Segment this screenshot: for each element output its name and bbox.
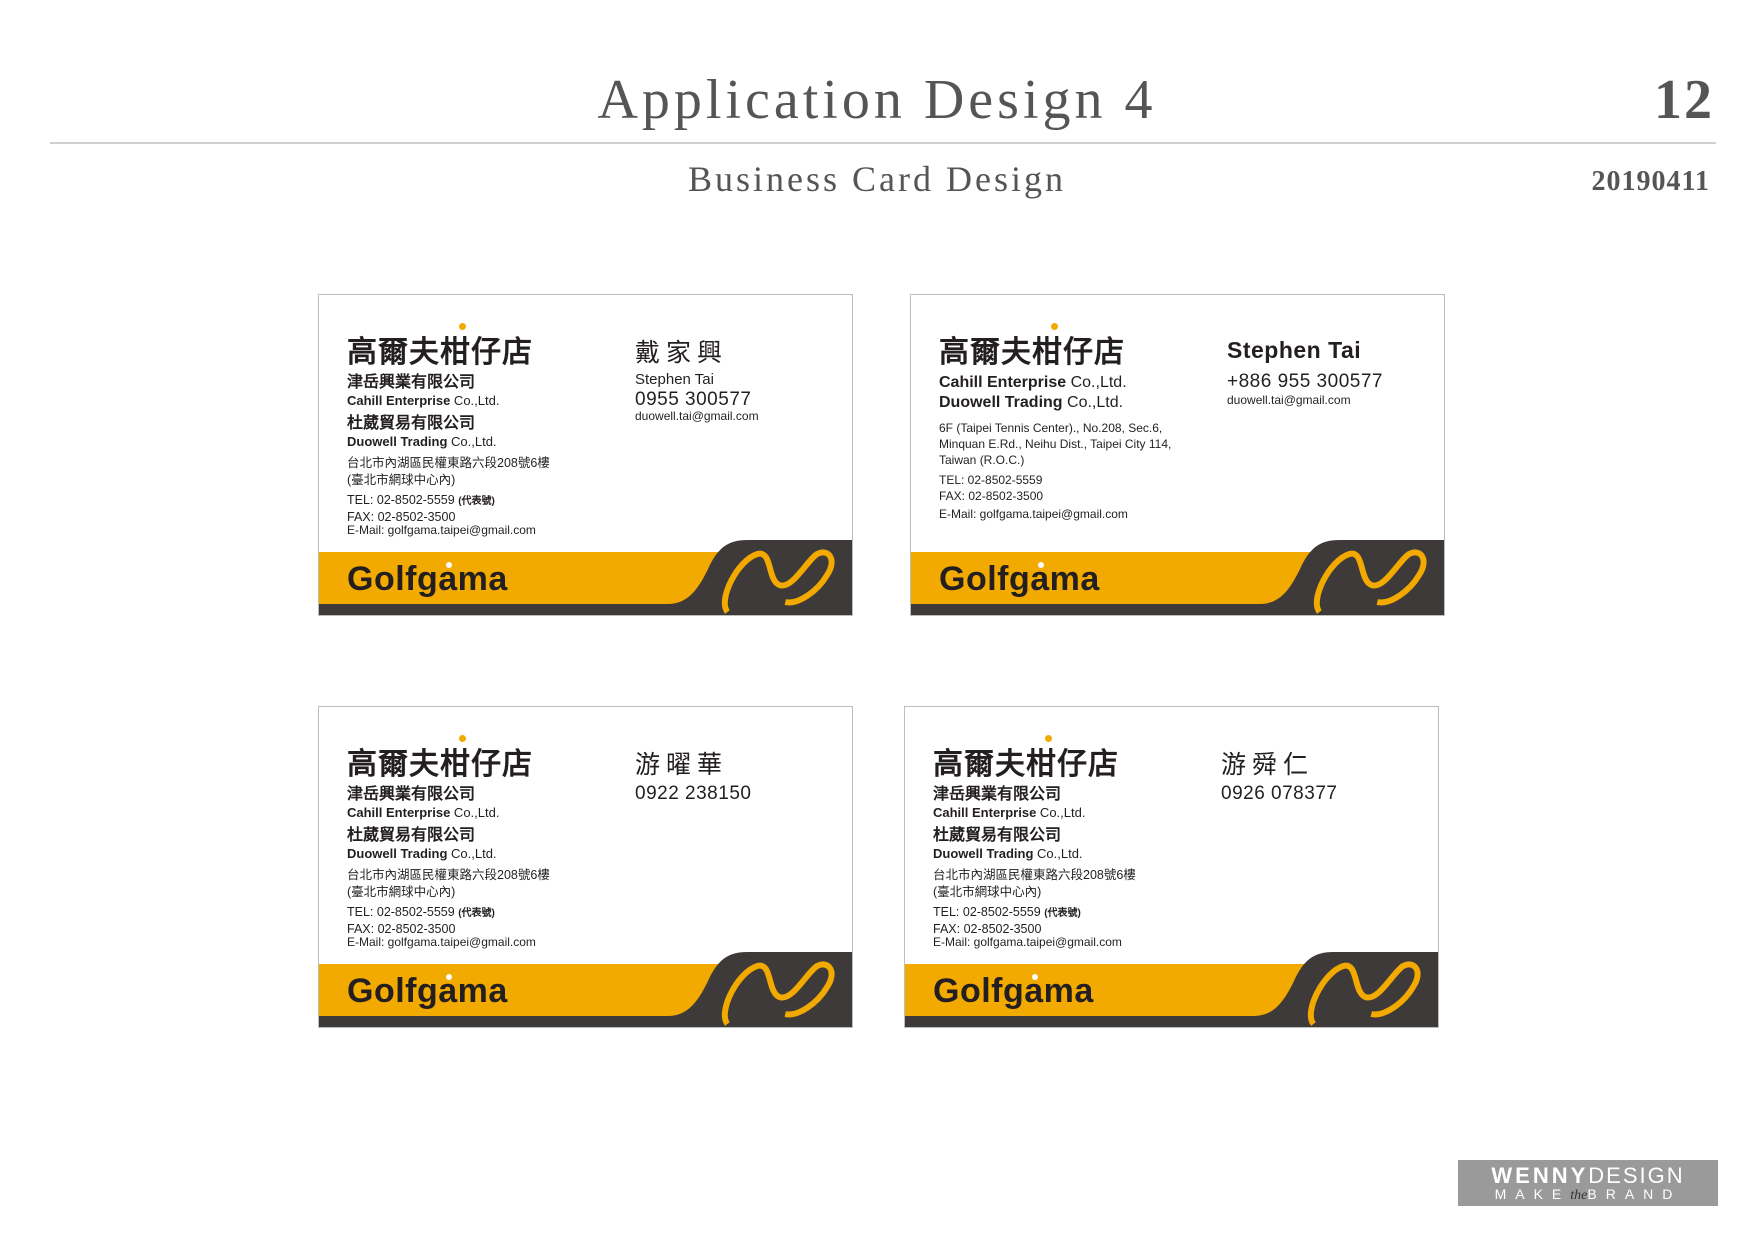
header-divider bbox=[50, 142, 1716, 144]
person-name: Stephen Tai bbox=[1227, 337, 1362, 363]
logo-dot bbox=[1038, 562, 1044, 568]
brand-logo: Golfgama bbox=[347, 972, 508, 1010]
accent-dot bbox=[459, 735, 466, 742]
page-number: 12 bbox=[1654, 69, 1714, 131]
email-line: E-Mail: golfgama.taipei@gmail.com bbox=[347, 523, 536, 537]
business-card-1: 高爾夫柑仔店 津岳興業有限公司 Cahill Enterprise Co.,Lt… bbox=[318, 294, 853, 616]
tel-line: TEL: 02-8502-5559 (代表號) bbox=[347, 904, 495, 919]
accent-dot bbox=[1045, 735, 1052, 742]
page-title: Application Design 4 bbox=[597, 69, 1157, 131]
page-subtitle: Business Card Design bbox=[688, 159, 1066, 199]
company1-en: Cahill Enterprise Co.,Ltd. bbox=[933, 805, 1086, 820]
logo-dot bbox=[1032, 974, 1038, 980]
fax-line: FAX: 02-8502-3500 bbox=[939, 488, 1044, 503]
email-line: E-Mail: golfgama.taipei@gmail.com bbox=[347, 935, 536, 949]
contact-block: 台北市內湖區民權東路六段208號6樓 (臺北市網球中心內) TEL: 02-85… bbox=[347, 867, 550, 938]
address-line: 6F (Taipei Tennis Center)., No.208, Sec.… bbox=[939, 421, 1163, 435]
tel-line: TEL: 02-8502-5559 bbox=[939, 472, 1043, 487]
email-line: E-Mail: golfgama.taipei@gmail.com bbox=[939, 507, 1128, 521]
tel-line: TEL: 02-8502-5559 (代表號) bbox=[933, 904, 1081, 919]
company2-zh: 杜葳貿易有限公司 bbox=[347, 827, 476, 845]
person-name: 戴家興 bbox=[635, 339, 729, 367]
business-card-4: 高爾夫柑仔店 津岳興業有限公司 Cahill Enterprise Co.,Lt… bbox=[904, 706, 1439, 1028]
person-name: 游曜華 bbox=[635, 751, 729, 779]
company-block: Cahill Enterprise Co.,Ltd. Duowell Tradi… bbox=[939, 373, 1127, 413]
brand-logo: Golfgama bbox=[933, 972, 1094, 1010]
address-line: (臺北市網球中心內) bbox=[347, 884, 456, 899]
company2-en: Duowell Trading Co.,Ltd. bbox=[347, 434, 497, 450]
address-line: Minquan E.Rd., Neihu Dist., Taipei City … bbox=[939, 437, 1172, 452]
business-card-3: 高爾夫柑仔店 津岳興業有限公司 Cahill Enterprise Co.,Lt… bbox=[318, 706, 853, 1028]
brand-logo: Golfgama bbox=[939, 560, 1100, 598]
person-phone: +886 955 300577 bbox=[1227, 371, 1383, 392]
logo-dot bbox=[446, 562, 452, 568]
business-card-2: 高爾夫柑仔店 Cahill Enterprise Co.,Ltd. Duowel… bbox=[910, 294, 1445, 616]
designer-logo: WENNYDESIGN MAKEtheBRAND bbox=[1458, 1160, 1718, 1206]
accent-dot bbox=[1051, 323, 1058, 330]
address-line: (臺北市網球中心內) bbox=[933, 884, 1042, 899]
company-block: 津岳興業有限公司 Cahill Enterprise Co.,Ltd. 杜葳貿易… bbox=[347, 785, 499, 863]
address-line: Taiwan (R.O.C.) bbox=[939, 453, 1025, 468]
contact-block: 台北市內湖區民權東路六段208號6樓 (臺北市網球中心內) TEL: 02-85… bbox=[347, 455, 550, 526]
contact-block: 台北市內湖區民權東路六段208號6樓 (臺北市網球中心內) TEL: 02-85… bbox=[933, 867, 1136, 938]
company2-zh: 杜葳貿易有限公司 bbox=[347, 415, 476, 433]
designer-logo-line2: MAKEtheBRAND bbox=[1494, 1186, 1682, 1203]
company1-zh: 津岳興業有限公司 bbox=[933, 786, 1062, 803]
email-line: E-Mail: golfgama.taipei@gmail.com bbox=[933, 935, 1122, 949]
address-line: (臺北市網球中心內) bbox=[347, 472, 456, 487]
accent-dot bbox=[459, 323, 466, 330]
company1-en: Cahill Enterprise Co.,Ltd. bbox=[939, 374, 1127, 391]
store-name: 高爾夫柑仔店 bbox=[347, 323, 533, 371]
company1-zh: 津岳興業有限公司 bbox=[347, 374, 476, 391]
company2-en: Duowell Trading Co.,Ltd. bbox=[347, 846, 497, 862]
person-phone: 0926 078377 bbox=[1221, 783, 1338, 804]
company-block: 津岳興業有限公司 Cahill Enterprise Co.,Ltd. 杜葳貿易… bbox=[933, 785, 1085, 863]
logo-dot bbox=[446, 974, 452, 980]
page-date: 20190411 bbox=[1591, 166, 1710, 197]
address-line: 台北市內湖區民權東路六段208號6樓 bbox=[933, 868, 1136, 882]
person-phone: 0955 300577 bbox=[635, 389, 752, 410]
company2-en: Duowell Trading Co.,Ltd. bbox=[939, 394, 1124, 411]
person-phone: 0922 238150 bbox=[635, 783, 752, 804]
person-email: duowell.tai@gmail.com bbox=[635, 409, 759, 423]
company-block: 津岳興業有限公司 Cahill Enterprise Co.,Ltd. 杜葳貿易… bbox=[347, 373, 499, 451]
company2-zh: 杜葳貿易有限公司 bbox=[933, 827, 1062, 845]
person-name: 游舜仁 bbox=[1221, 751, 1315, 779]
person-en-name: Stephen Tai bbox=[635, 371, 714, 388]
company1-zh: 津岳興業有限公司 bbox=[347, 786, 476, 803]
company2-en: Duowell Trading Co.,Ltd. bbox=[933, 846, 1083, 862]
store-name: 高爾夫柑仔店 bbox=[347, 735, 533, 783]
address-line: 台北市內湖區民權東路六段208號6樓 bbox=[347, 456, 550, 470]
contact-block: 6F (Taipei Tennis Center)., No.208, Sec.… bbox=[939, 420, 1171, 504]
company1-en: Cahill Enterprise Co.,Ltd. bbox=[347, 393, 500, 408]
tel-line: TEL: 02-8502-5559 (代表號) bbox=[347, 492, 495, 507]
brand-logo: Golfgama bbox=[347, 560, 508, 598]
person-email: duowell.tai@gmail.com bbox=[1227, 393, 1351, 407]
address-line: 台北市內湖區民權東路六段208號6樓 bbox=[347, 868, 550, 882]
company1-en: Cahill Enterprise Co.,Ltd. bbox=[347, 805, 500, 820]
store-name: 高爾夫柑仔店 bbox=[933, 735, 1119, 783]
store-name: 高爾夫柑仔店 bbox=[939, 323, 1125, 371]
